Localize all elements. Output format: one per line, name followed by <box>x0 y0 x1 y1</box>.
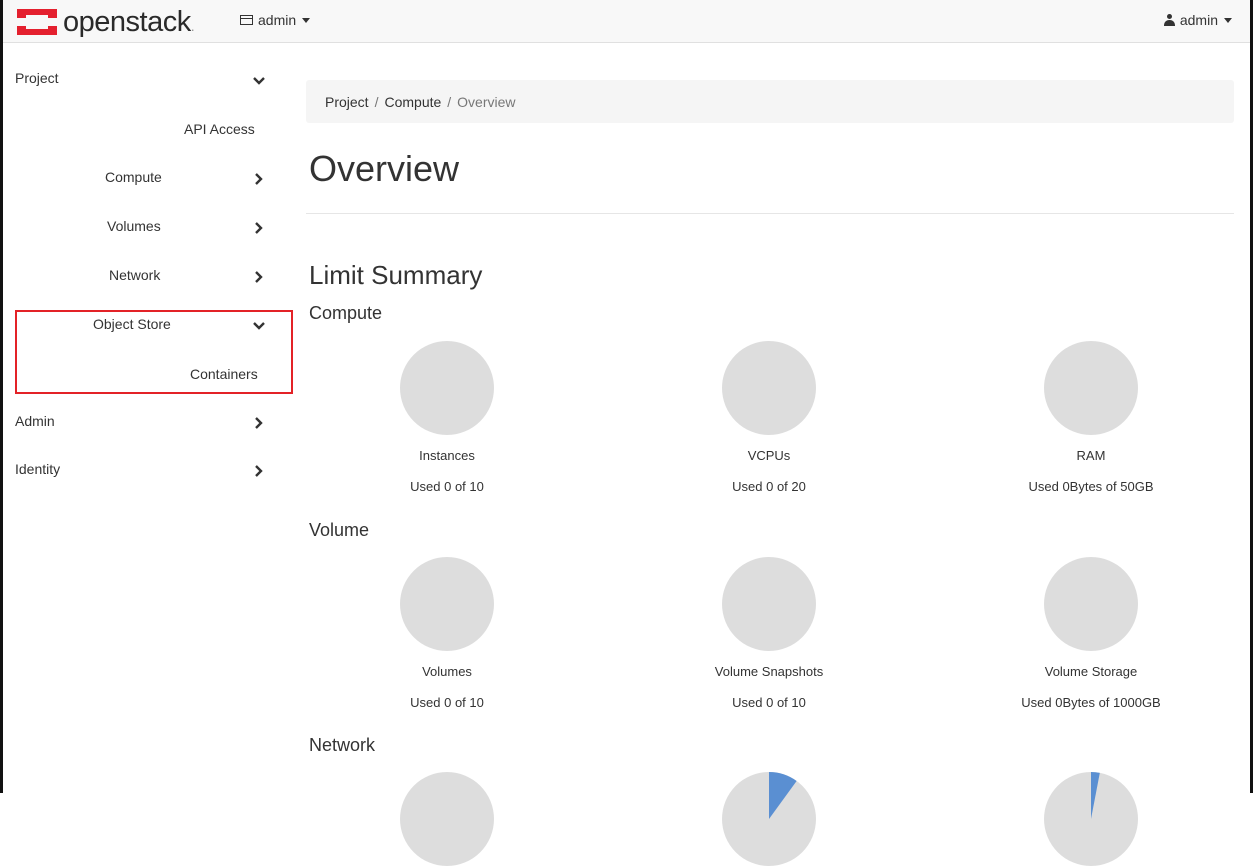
pie-block-instances: Instances Used 0 of 10 <box>327 340 567 494</box>
pie-background <box>400 772 494 866</box>
breadcrumb-separator: / <box>374 93 379 110</box>
user-menu-label: admin <box>1179 12 1218 28</box>
pie-chart <box>1044 341 1138 435</box>
breadcrumb: Project / Compute / Overview <box>306 80 1234 123</box>
chevron-right-icon[interactable] <box>252 416 266 430</box>
pie-background <box>1044 557 1138 651</box>
sidebar-item-identity[interactable]: Identity <box>15 461 60 477</box>
sidebar-item-label: Containers <box>190 366 258 382</box>
sidebar-item-label: Admin <box>15 413 55 429</box>
pie-background <box>1044 341 1138 435</box>
pie-background <box>400 557 494 651</box>
pie-block-network-1 <box>327 771 567 867</box>
breadcrumb-overview: Overview <box>457 93 516 110</box>
caret-down-icon <box>302 17 311 23</box>
section-title-network: Network <box>309 735 376 755</box>
sidebar-item-label: Compute <box>105 169 162 185</box>
section-title-volume: Volume <box>309 520 370 540</box>
pie-label: RAM <box>1076 448 1106 463</box>
sidebar-item-admin[interactable]: Admin <box>15 413 55 429</box>
pie-background <box>400 341 494 435</box>
pie-label: Volumes <box>422 664 472 679</box>
project-icon <box>240 15 253 25</box>
pie-label: VCPUs <box>747 448 791 463</box>
sidebar-item-api-access[interactable]: API Access <box>184 121 255 137</box>
divider <box>306 213 1234 214</box>
sidebar-item-label: Object Store <box>93 316 171 332</box>
sidebar-item-volumes[interactable]: Volumes <box>107 218 161 234</box>
chevron-right-icon[interactable] <box>252 270 266 284</box>
pie-label: Volume Snapshots <box>714 664 824 679</box>
pie-block-volumes: Volumes Used 0 of 10 <box>327 556 567 710</box>
user-icon <box>1163 14 1175 26</box>
sidebar-item-network[interactable]: Network <box>109 267 160 283</box>
pie-chart <box>400 557 494 651</box>
top-navbar: openstack. admin admin <box>3 0 1250 43</box>
pie-background <box>722 557 816 651</box>
breadcrumb-project[interactable]: Project <box>325 94 369 110</box>
pie-label: Instances <box>419 448 475 463</box>
pie-block-network-2 <box>649 771 889 867</box>
project-selector-dropdown[interactable]: admin <box>240 12 311 28</box>
pie-usage: Used 0Bytes of 50GB <box>1028 479 1154 494</box>
sidebar-item-containers[interactable]: Containers <box>190 366 258 382</box>
pie-usage: Used 0 of 10 <box>732 695 806 710</box>
project-selector-label: admin <box>258 12 297 28</box>
sidebar-item-label: Volumes <box>107 218 161 234</box>
section-title-compute: Compute <box>309 303 383 323</box>
pie-chart <box>400 772 494 866</box>
openstack-logo[interactable]: openstack. <box>17 5 195 38</box>
caret-down-icon <box>1224 17 1232 23</box>
pie-chart <box>1044 557 1138 651</box>
pie-block-volume-storage: Volume Storage Used 0Bytes of 1000GB <box>971 556 1211 710</box>
sidebar-item-label: Project <box>15 70 59 86</box>
page-title: Overview <box>309 148 460 189</box>
chevron-right-icon[interactable] <box>252 464 266 478</box>
limit-summary-heading: Limit Summary <box>309 260 483 290</box>
pie-block-vcpus: VCPUs Used 0 of 20 <box>649 340 889 494</box>
window-border-left <box>0 0 3 793</box>
sidebar-item-project[interactable]: Project <box>15 70 59 86</box>
pie-label: Volume Storage <box>1044 664 1138 679</box>
pie-block-ram: RAM Used 0Bytes of 50GB <box>971 340 1211 494</box>
pie-usage: Used 0 of 10 <box>410 695 484 710</box>
pie-chart <box>722 772 816 866</box>
chevron-right-icon[interactable] <box>252 221 266 235</box>
user-menu-dropdown[interactable]: admin <box>1163 12 1232 28</box>
pie-chart <box>400 341 494 435</box>
pie-usage: Used 0 of 20 <box>732 479 806 494</box>
sidebar-item-compute[interactable]: Compute <box>105 169 162 185</box>
pie-block-network-3 <box>971 771 1211 867</box>
sidebar-item-label: Identity <box>15 461 61 477</box>
pie-usage: Used 0 of 10 <box>410 479 484 494</box>
breadcrumb-separator: / <box>447 93 452 110</box>
chevron-down-icon[interactable] <box>252 319 266 333</box>
pie-usage: Used 0Bytes of 1000GB <box>1021 695 1161 710</box>
sidebar-item-object-store[interactable]: Object Store <box>93 316 171 332</box>
sidebar-item-label: Network <box>109 267 161 283</box>
pie-block-volume-snapshots: Volume Snapshots Used 0 of 10 <box>649 556 889 710</box>
pie-chart <box>1044 772 1138 866</box>
pie-chart <box>722 557 816 651</box>
sidebar-item-label: API Access <box>184 121 255 137</box>
pie-chart <box>722 341 816 435</box>
chevron-right-icon[interactable] <box>252 172 266 186</box>
brand-text: openstack. <box>63 5 195 38</box>
pie-background <box>722 341 816 435</box>
chevron-down-icon[interactable] <box>252 74 266 88</box>
breadcrumb-compute[interactable]: Compute <box>384 94 441 110</box>
openstack-logo-icon <box>17 9 57 35</box>
